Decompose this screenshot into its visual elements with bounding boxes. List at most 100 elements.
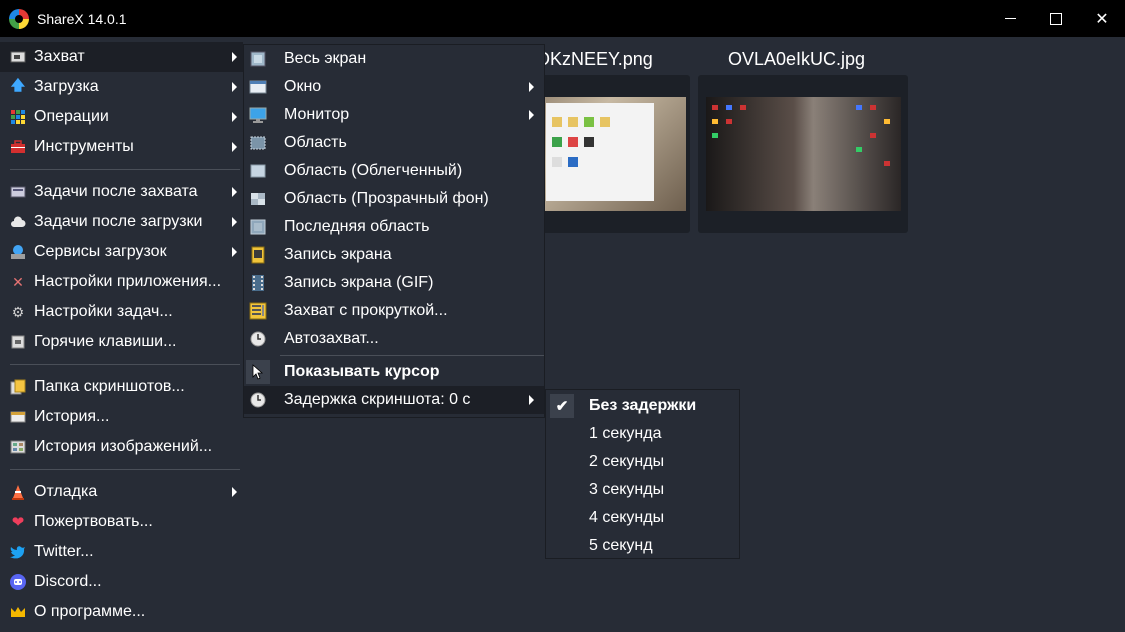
last-region-icon — [249, 218, 267, 236]
destinations-icon — [10, 244, 26, 260]
capture-submenu: Весь экран Окно Монитор Область Область … — [243, 44, 545, 418]
submenu-item-label: Монитор — [284, 106, 350, 123]
chevron-right-icon — [529, 395, 534, 405]
chevron-right-icon — [529, 82, 534, 92]
submenu-item-label: Автозахват... — [284, 330, 379, 347]
delay-option-3s[interactable]: 3 секунды — [546, 476, 739, 504]
submenu-item-last-region[interactable]: Последняя область — [244, 213, 544, 241]
menu-separator — [10, 469, 240, 470]
menu-item-label: Инструменты — [34, 138, 134, 155]
menu-separator — [10, 169, 240, 170]
submenu-item-label: Задержка скриншота: 0 с — [284, 391, 471, 408]
title-bar: ShareX 14.0.1 ✕ — [0, 0, 1125, 37]
menu-item-after-upload[interactable]: Задачи после загрузки — [0, 207, 243, 237]
menu-item-workflows[interactable]: Операции — [0, 102, 243, 132]
submenu-item-label: Запись экрана — [284, 246, 392, 263]
submenu-item-monitor[interactable]: Монитор — [244, 101, 544, 129]
cursor-icon — [246, 360, 270, 384]
folder-icon — [10, 379, 26, 395]
minimize-button[interactable] — [987, 0, 1033, 37]
menu-item-debug[interactable]: Отладка — [0, 477, 243, 507]
thumbnail-image[interactable] — [706, 97, 901, 211]
delay-option-1s[interactable]: 1 секунда — [546, 420, 739, 448]
delay-option-4s[interactable]: 4 секунды — [546, 504, 739, 532]
window-controls: ✕ — [987, 0, 1125, 37]
submenu-item-fullscreen[interactable]: Весь экран — [244, 45, 544, 73]
after-capture-icon — [10, 184, 26, 200]
window-title: ShareX 14.0.1 — [37, 10, 127, 27]
menu-item-app-settings[interactable]: ✕ Настройки приложения... — [0, 267, 243, 297]
menu-item-destinations[interactable]: Сервисы загрузок — [0, 237, 243, 267]
submenu-item-label: Последняя область — [284, 218, 430, 235]
discord-icon — [10, 574, 26, 590]
submenu-item-label: Запись экрана (GIF) — [284, 274, 434, 291]
menu-item-label: Отладка — [34, 483, 98, 500]
submenu-item-screen-recording-gif[interactable]: Запись экрана (GIF) — [244, 269, 544, 297]
menu-item-hotkeys[interactable]: Горячие клавиши... — [0, 327, 243, 357]
submenu-item-label: Область (Облегченный) — [284, 162, 463, 179]
menu-item-capture[interactable]: Захват — [0, 42, 243, 72]
thumbnail-filename[interactable]: OVLA0eIkUC.jpg — [728, 49, 865, 70]
menu-item-upload[interactable]: 🡅 Загрузка — [0, 72, 243, 102]
submenu-item-show-cursor[interactable]: Показывать курсор — [244, 358, 544, 386]
workflows-icon — [10, 109, 26, 125]
region-light-icon — [249, 162, 267, 180]
delay-option-5s[interactable]: 5 секунд — [546, 532, 739, 560]
maximize-button[interactable] — [1033, 0, 1079, 37]
submenu-item-screen-recording[interactable]: Запись экрана — [244, 241, 544, 269]
menu-item-discord[interactable]: Discord... — [0, 567, 243, 597]
menu-item-label: Задачи после захвата — [34, 183, 198, 200]
submenu-item-region[interactable]: Область — [244, 129, 544, 157]
submenu-item-label: Окно — [284, 78, 322, 95]
menu-item-twitter[interactable]: Twitter... — [0, 537, 243, 567]
menu-item-label: История изображений... — [34, 438, 213, 455]
thumbnail-card[interactable] — [698, 75, 908, 233]
close-icon: ✕ — [1095, 10, 1109, 28]
submenu-item-label: Весь экран — [284, 50, 367, 67]
submenu-item-label: Область (Прозрачный фон) — [284, 190, 489, 207]
menu-item-screenshots-folder[interactable]: Папка скриншотов... — [0, 372, 243, 402]
checkmark-icon: ✔ — [550, 394, 574, 418]
submenu-item-auto-capture[interactable]: Автозахват... — [244, 325, 544, 353]
chevron-right-icon — [232, 187, 237, 197]
delay-option-label: 2 секунды — [589, 453, 665, 470]
submenu-item-region-transparent[interactable]: Область (Прозрачный фон) — [244, 185, 544, 213]
menu-item-tools[interactable]: Инструменты — [0, 132, 243, 162]
chevron-right-icon — [232, 82, 237, 92]
thumbnail-filename[interactable]: OKzNEEY.png — [536, 49, 653, 70]
submenu-item-screenshot-delay[interactable]: Задержка скриншота: 0 с — [244, 386, 544, 414]
screen-record-icon — [249, 246, 267, 264]
chevron-right-icon — [232, 52, 237, 62]
chevron-right-icon — [232, 142, 237, 152]
close-button[interactable]: ✕ — [1079, 0, 1125, 37]
clock-icon — [249, 391, 267, 409]
menu-item-history[interactable]: История... — [0, 402, 243, 432]
menu-item-about[interactable]: О программе... — [0, 597, 243, 627]
history-icon — [10, 409, 26, 425]
twitter-icon — [10, 544, 26, 560]
traffic-cone-icon — [10, 484, 26, 500]
submenu-item-region-light[interactable]: Область (Облегченный) — [244, 157, 544, 185]
menu-item-label: Операции — [34, 108, 109, 125]
submenu-item-window[interactable]: Окно — [244, 73, 544, 101]
delay-option-2s[interactable]: 2 секунды — [546, 448, 739, 476]
clock-icon — [249, 330, 267, 348]
menu-item-label: Twitter... — [34, 543, 94, 560]
chevron-right-icon — [232, 217, 237, 227]
menu-item-label: Горячие клавиши... — [34, 333, 177, 350]
menu-item-after-capture[interactable]: Задачи после захвата — [0, 177, 243, 207]
submenu-item-scrolling-capture[interactable]: Захват с прокруткой... — [244, 297, 544, 325]
delay-option-none[interactable]: ✔ Без задержки — [546, 392, 739, 420]
chevron-right-icon — [529, 110, 534, 120]
menu-item-label: Discord... — [34, 573, 102, 590]
keyboard-icon — [10, 334, 26, 350]
window-icon — [249, 78, 267, 96]
menu-item-donate[interactable]: ❤ Пожертвовать... — [0, 507, 243, 537]
delay-option-label: Без задержки — [589, 397, 697, 414]
menu-item-task-settings[interactable]: ⚙ Настройки задач... — [0, 297, 243, 327]
menu-separator — [10, 364, 240, 365]
menu-item-image-history[interactable]: История изображений... — [0, 432, 243, 462]
maximize-icon — [1050, 12, 1062, 25]
capture-icon — [10, 49, 26, 65]
fullscreen-icon — [249, 50, 267, 68]
